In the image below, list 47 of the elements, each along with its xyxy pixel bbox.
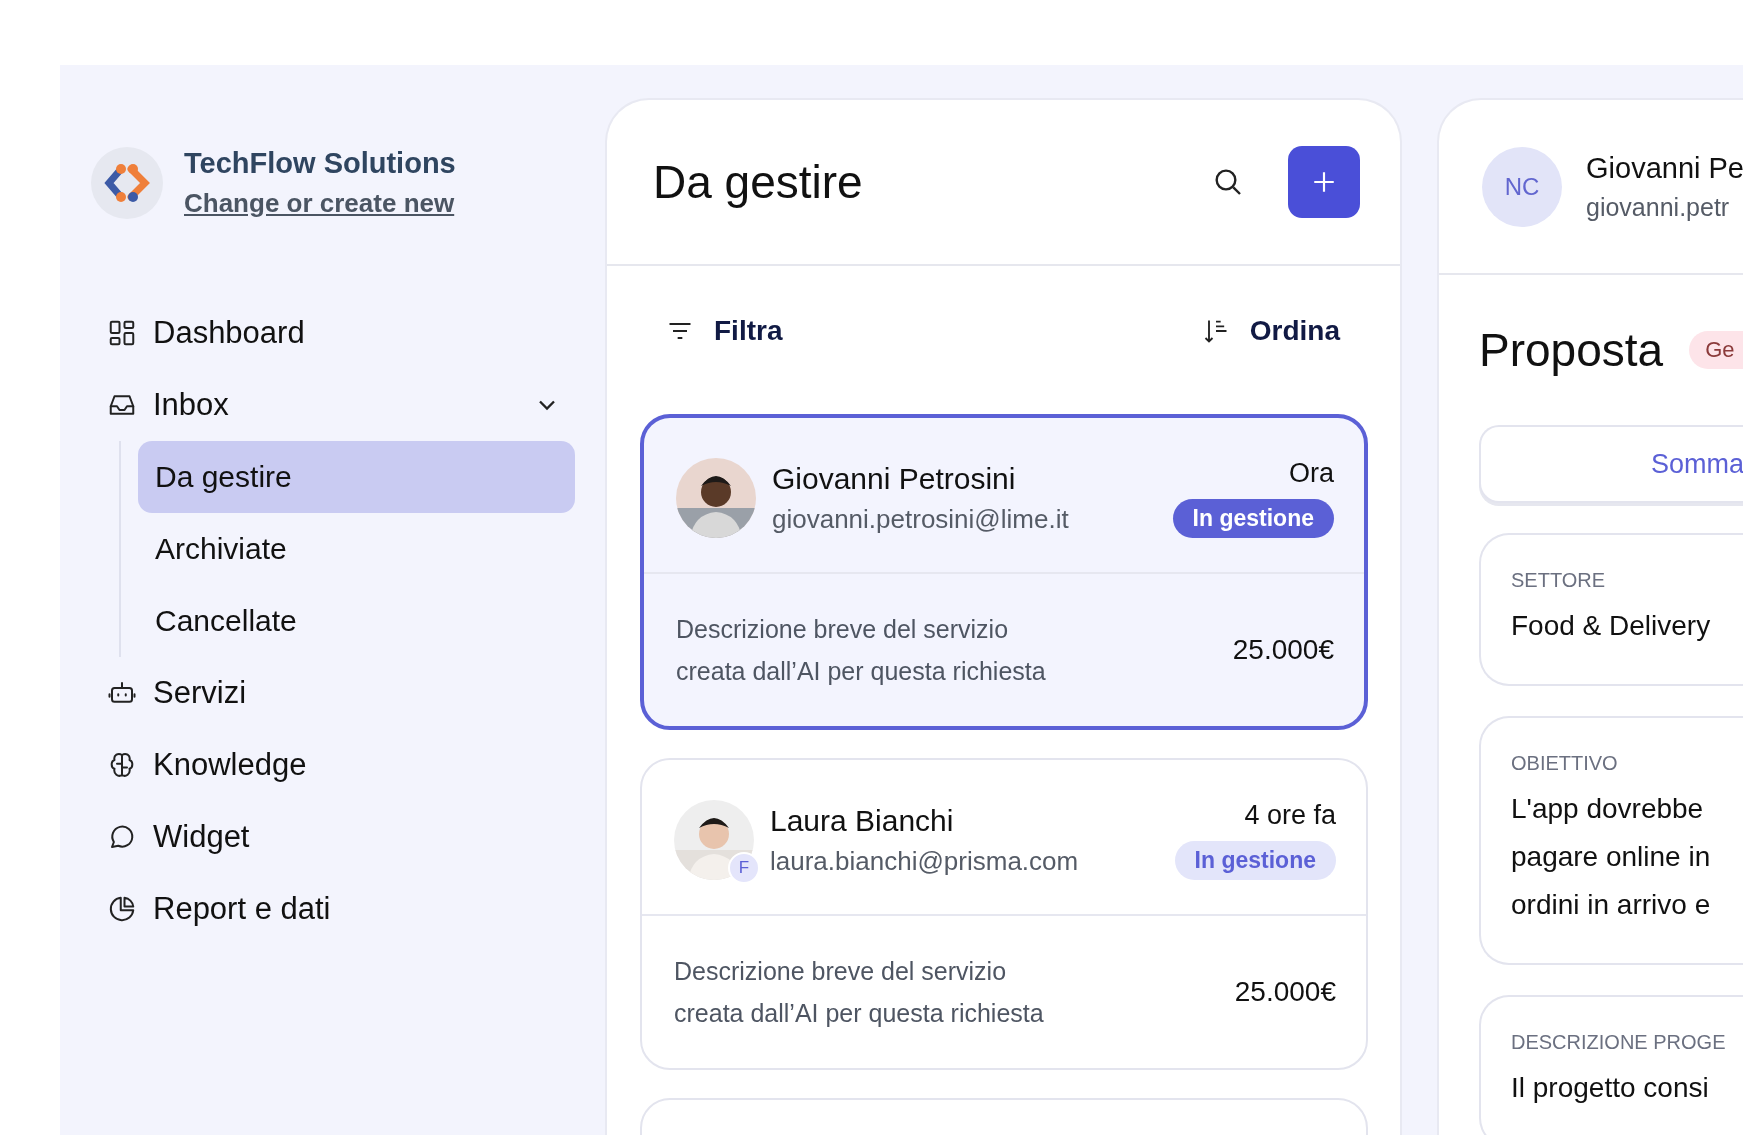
request-card[interactable]: Giovanni Petrosini giovanni.petrosini@lime.it Ora In gestione Descrizione breve del servizio creata dall’AI per questa richiesta 25.000€ bbox=[640, 414, 1368, 730]
nav-item[interactable]: Knowledge bbox=[91, 729, 575, 801]
dashboard-icon bbox=[107, 318, 137, 348]
contact-name: Laura Bianchi bbox=[770, 803, 955, 838]
add-button[interactable] bbox=[1288, 146, 1360, 218]
nav-item[interactable]: Report e dati bbox=[91, 873, 575, 945]
nav-item[interactable]: Inbox bbox=[91, 369, 575, 441]
nav-subitem[interactable]: Archiviate bbox=[138, 513, 575, 585]
sort-button[interactable]: Ordina bbox=[1195, 314, 1346, 348]
field-label: SETTORE bbox=[1511, 569, 1607, 592]
status-badge: In gestione bbox=[1174, 841, 1336, 880]
request-description: Descrizione breve del servizio creata dall’AI per questa richiesta bbox=[676, 614, 1047, 687]
field-label: OBIETTIVO bbox=[1511, 752, 1619, 775]
request-amount: 25.000€ bbox=[1234, 976, 1336, 1008]
pie-icon bbox=[107, 894, 137, 924]
contact-email: giovanni.petrosini@lime.it bbox=[772, 503, 1070, 535]
workspace-name: TechFlow Solutions bbox=[184, 147, 456, 180]
avatar-badge: F bbox=[728, 852, 760, 884]
time-text: 4 ore fa bbox=[1244, 800, 1336, 831]
nav-item[interactable]: Dashboard bbox=[91, 297, 575, 369]
request-description: Descrizione breve del servizio creata dall’AI per questa richiesta bbox=[674, 956, 1045, 1029]
field-text: Food & Delivery bbox=[1511, 609, 1712, 643]
plus-icon bbox=[1311, 169, 1337, 195]
contact-name: Giovanni Pe bbox=[1586, 151, 1743, 185]
request-card[interactable]: F Laura Bianchi laura.bianchi@prisma.com 4 ore fa In gestione Descrizione breve del servizio creata dall’AI per questa richiesta 25.000€ bbox=[640, 758, 1368, 1070]
avatar-initials: NC bbox=[1482, 146, 1562, 227]
contact-email: laura.bianchi@prisma.com bbox=[770, 845, 1080, 877]
request-amount: 25.000€ bbox=[1232, 634, 1334, 666]
contact-email: giovanni.petr bbox=[1586, 192, 1731, 222]
field-text: ordini in arrivo e bbox=[1511, 888, 1712, 922]
list-title: Da gestire bbox=[653, 155, 864, 209]
logo-icon bbox=[91, 147, 163, 219]
nav-item[interactable]: Widget bbox=[91, 801, 575, 873]
field-text: pagare online in bbox=[1511, 840, 1712, 874]
time-text: Ora bbox=[1289, 458, 1334, 489]
filter-button[interactable]: Filtra bbox=[660, 314, 789, 348]
change-workspace-link[interactable]: Change or create new bbox=[184, 188, 456, 219]
field-text: L'app dovrebbe bbox=[1511, 792, 1705, 826]
status-badge: In gestione bbox=[1172, 499, 1334, 538]
nav-item[interactable]: Servizi bbox=[91, 657, 575, 729]
contact-name: Giovanni Petrosini bbox=[772, 461, 1017, 496]
status-tag: Ge bbox=[1689, 331, 1743, 369]
field-label: DESCRIZIONE PROGE bbox=[1511, 1031, 1727, 1054]
field-text: Il progetto consi bbox=[1511, 1071, 1710, 1105]
proposal-title: Proposta bbox=[1479, 323, 1664, 377]
nav-subitem[interactable]: Da gestire bbox=[138, 441, 575, 513]
nav-subitem[interactable]: Cancellate bbox=[138, 585, 575, 657]
